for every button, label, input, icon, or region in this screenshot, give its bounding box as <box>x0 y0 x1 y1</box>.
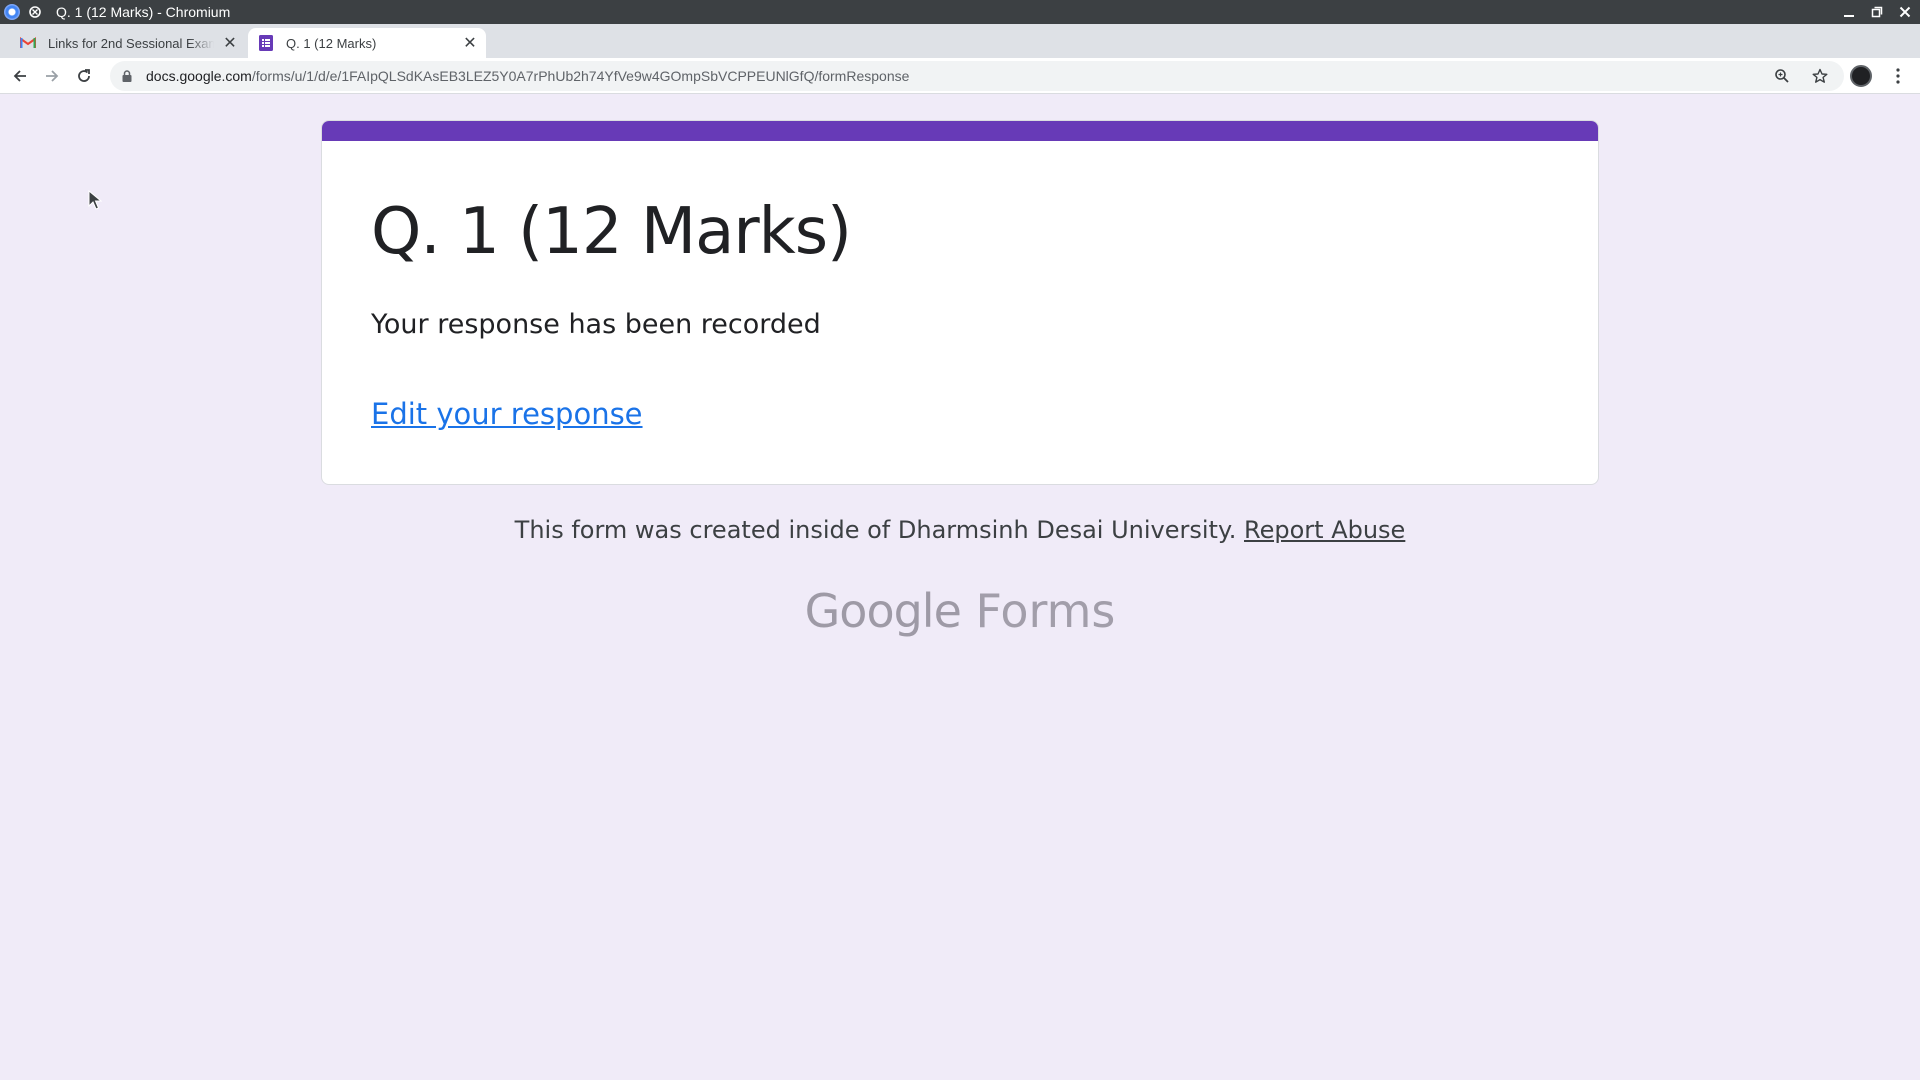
browser-toolbar: docs.google.com/forms/u/1/d/e/1FAIpQLSdK… <box>0 58 1920 94</box>
address-bar[interactable]: docs.google.com/forms/u/1/d/e/1FAIpQLSdK… <box>110 61 1844 91</box>
gmail-icon <box>20 35 36 51</box>
tab-gmail[interactable]: Links for 2nd Sessional Exam ✕ <box>10 28 246 58</box>
google-forms-logo[interactable]: Google Forms <box>0 584 1920 638</box>
tab-strip: Links for 2nd Sessional Exam ✕ Q. 1 (12 … <box>0 24 1920 78</box>
brand-google-text: Google <box>804 584 962 638</box>
tab-google-form[interactable]: Q. 1 (12 Marks) ✕ <box>248 28 486 58</box>
mouse-cursor-icon <box>88 190 102 210</box>
profile-avatar[interactable] <box>1850 65 1872 87</box>
form-footer: This form was created inside of Dharmsin… <box>0 516 1920 544</box>
bookmark-star-icon[interactable] <box>1808 64 1832 88</box>
google-forms-icon <box>258 35 274 51</box>
minimize-icon[interactable] <box>1840 3 1858 21</box>
window-menu-icon[interactable] <box>28 5 42 19</box>
url-host: docs.google.com <box>146 68 252 84</box>
tab-label: Links for 2nd Sessional Exam <box>48 35 214 51</box>
window-title: Q. 1 (12 Marks) - Chromium <box>56 4 231 20</box>
close-tab-icon[interactable]: ✕ <box>462 35 478 52</box>
form-response-card: Q. 1 (12 Marks) Your response has been r… <box>321 120 1599 485</box>
chromium-icon <box>4 4 20 20</box>
report-abuse-link[interactable]: Report Abuse <box>1244 516 1405 544</box>
url-text: docs.google.com/forms/u/1/d/e/1FAIpQLSdK… <box>146 68 909 84</box>
form-title: Q. 1 (12 Marks) <box>371 195 852 269</box>
card-accent-bar <box>322 121 1598 141</box>
back-arrow-icon[interactable] <box>6 62 34 90</box>
confirmation-message: Your response has been recorded <box>371 309 821 340</box>
zoom-icon[interactable] <box>1770 64 1794 88</box>
maximize-icon[interactable] <box>1868 3 1886 21</box>
close-tab-icon[interactable]: ✕ <box>222 35 238 52</box>
close-window-icon[interactable] <box>1896 3 1914 21</box>
window-title-bar: Q. 1 (12 Marks) - Chromium <box>0 0 1920 24</box>
edit-response-link[interactable]: Edit your response <box>371 397 643 431</box>
brand-forms-text: Forms <box>975 584 1116 638</box>
reload-icon[interactable] <box>70 62 98 90</box>
created-by-text: This form was created inside of Dharmsin… <box>514 516 1237 544</box>
tab-label: Q. 1 (12 Marks) <box>286 35 377 51</box>
forward-arrow-icon[interactable] <box>38 62 66 90</box>
lock-icon[interactable] <box>120 69 134 83</box>
more-menu-icon[interactable] <box>1888 64 1908 88</box>
url-path: /forms/u/1/d/e/1FAIpQLSdKAsEB3LEZ5Y0A7rP… <box>251 68 910 84</box>
